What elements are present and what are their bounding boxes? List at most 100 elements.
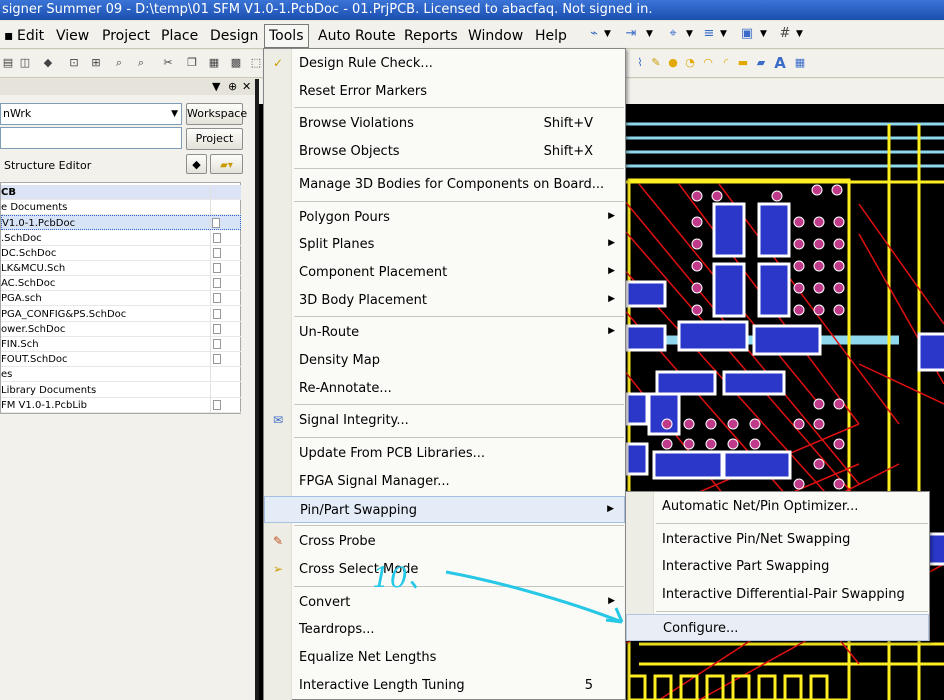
project-field[interactable] (0, 127, 182, 149)
tree-document-row[interactable]: LK&MCU.Sch (1, 261, 241, 276)
menu-item-update-from-pcb-libraries[interactable]: Update From PCB Libraries... (264, 440, 625, 467)
polygon-icon[interactable]: ▰ (753, 55, 769, 71)
menu-item-label: Signal Integrity... (299, 413, 409, 429)
arc-center-icon[interactable]: ◜ (718, 55, 734, 71)
tree-document-row[interactable]: FIN.Sch (1, 337, 241, 352)
menu-item-density-map[interactable]: Density Map (264, 347, 625, 374)
menu-item-reset-error-markers[interactable]: Reset Error Markers (264, 78, 625, 105)
menu-separator (294, 437, 624, 439)
arc-icon[interactable]: ◔ (682, 55, 698, 71)
menu-edit[interactable]: Edit (13, 25, 48, 47)
submenu-item-configure[interactable]: Configure... (626, 613, 929, 641)
tree-document-row[interactable]: ower.SchDoc (1, 321, 241, 337)
menu-auto-route[interactable]: Auto Route (314, 25, 400, 47)
paste-icon[interactable]: ▦ (206, 55, 222, 71)
zoom-fit-icon[interactable]: ⊡ (66, 55, 82, 71)
menu-place[interactable]: Place (157, 25, 202, 47)
tree-group-row[interactable]: Library Documents (1, 382, 241, 398)
menu-item-browse-objects[interactable]: Browse Objects Shift+X (264, 138, 625, 165)
tree-document-row[interactable]: AC.SchDoc (1, 276, 241, 292)
menu-item-cross-probe[interactable]: ✎ Cross Probe (264, 528, 625, 555)
menu-view[interactable]: View (52, 25, 93, 47)
cut-icon[interactable]: ✂ (160, 55, 176, 71)
menu-reports[interactable]: Reports (400, 25, 462, 47)
close-icon[interactable]: ✕ (242, 79, 251, 95)
zoom-filtered-icon[interactable]: ⌕ (133, 55, 149, 71)
menu-item-interactive-length-tuning[interactable]: Interactive Length Tuning 5 (264, 672, 625, 699)
menu-item-shortcut: 5 (584, 677, 593, 693)
tree-document-row[interactable]: DC.SchDoc (1, 245, 241, 261)
document-icon (213, 247, 221, 258)
chevron-down-icon[interactable]: ▼ (604, 29, 611, 39)
fill-icon[interactable]: ▬ (735, 55, 751, 71)
tree-document-row[interactable]: PGA_CONFIG&PS.SchDoc (1, 306, 241, 322)
project-name-row[interactable]: CB (1, 185, 241, 200)
via-icon[interactable]: ⌇ (632, 55, 648, 71)
3d-view-icon[interactable]: ◆ (40, 55, 56, 71)
room-icon[interactable]: ▣ (738, 25, 756, 43)
tree-document-row[interactable]: FM V1.0-1.PcbLib (1, 397, 241, 413)
menu-window[interactable]: Window (464, 25, 527, 47)
submenu-arrow-icon: ▶ (608, 265, 615, 276)
pin-icon[interactable]: ⊕ (228, 79, 237, 95)
copy-icon[interactable]: ❐ (184, 55, 200, 71)
menu-help[interactable]: Help (531, 25, 571, 47)
tree-document-row[interactable]: .SchDoc (1, 230, 241, 246)
project-button[interactable]: Project (186, 128, 243, 150)
pad-icon[interactable]: ● (665, 55, 681, 71)
chevron-down-icon[interactable]: ▼ (796, 29, 803, 39)
string-icon[interactable]: A (772, 55, 788, 71)
compile-button[interactable]: ◆ (186, 154, 207, 174)
chevron-down-icon[interactable]: ▼ (646, 29, 653, 39)
menu-item-component-placement[interactable]: Component Placement ▶ (264, 259, 625, 286)
submenu-item-interactive-part-swapping[interactable]: Interactive Part Swapping (626, 553, 929, 580)
menu-item-polygon-pours[interactable]: Polygon Pours ▶ (264, 204, 625, 231)
distribute-icon[interactable]: ≡ (700, 25, 718, 43)
menu-item-signal-integrity[interactable]: ✉ Signal Integrity... (264, 407, 625, 434)
submenu-item-automatic-net-pin-optimizer[interactable]: Automatic Net/Pin Optimizer... (626, 493, 929, 520)
menu-item-split-planes[interactable]: Split Planes ▶ (264, 231, 625, 258)
print-preview-icon[interactable]: ◫ (17, 55, 33, 71)
tree-document-row[interactable]: FOUT.SchDoc (1, 352, 241, 368)
folder-menu-button[interactable]: ▰▾ (210, 154, 243, 174)
menu-item-re-annotate[interactable]: Re-Annotate... (264, 375, 625, 402)
menu-item-un-route[interactable]: Un-Route ▶ (264, 319, 625, 346)
menu-item-fpga-signal-manager[interactable]: FPGA Signal Manager... (264, 468, 625, 495)
chevron-down-icon[interactable]: ▼ (720, 29, 727, 39)
grid-icon[interactable]: # (776, 25, 794, 43)
workspace-combo[interactable]: nWrk ▼ (0, 103, 182, 125)
arc-edge-icon[interactable]: ◠ (700, 55, 716, 71)
chevron-down-icon[interactable]: ▼ (686, 29, 693, 39)
menu-item-shortcut: Shift+V (543, 116, 593, 132)
submenu-item-interactive-pin-net-swapping[interactable]: Interactive Pin/Net Swapping (626, 526, 929, 553)
tree-document-row[interactable]: PGA.sch (1, 291, 241, 307)
menu-item-manage-3d-bodies-for-components-on-board[interactable]: Manage 3D Bodies for Components on Board… (264, 171, 625, 198)
interactive-routing-icon[interactable]: ⌁ (585, 25, 603, 43)
tree-row-label: es (1, 369, 13, 381)
menu-item-3d-body-placement[interactable]: 3D Body Placement ▶ (264, 287, 625, 314)
panel-menu-icon[interactable]: ▼ (212, 79, 220, 95)
rubber-stamp-icon[interactable]: ▩ (228, 55, 244, 71)
submenu-item-interactive-differential-pair-swapping[interactable]: Interactive Differential-Pair Swapping (626, 581, 929, 608)
tree-group-row[interactable]: es (1, 367, 241, 383)
tree-document-row[interactable]: V1.0-1.PcbDoc (1, 215, 241, 232)
select-area-icon[interactable]: ⬚ (248, 55, 264, 71)
menu-item-label: Interactive Differential-Pair Swapping (662, 587, 905, 603)
menu-tools[interactable]: Tools (264, 24, 309, 48)
select-icon[interactable]: ⌖ (664, 25, 682, 43)
route-icon[interactable]: ✎ (648, 55, 664, 71)
array-paste-icon[interactable]: ▦ (792, 55, 808, 71)
menu-item-browse-violations[interactable]: Browse Violations Shift+V (264, 110, 625, 137)
zoom-selected-icon[interactable]: ⌕ (111, 55, 127, 71)
align-icon[interactable]: ⇥ (622, 25, 640, 43)
zoom-area-icon[interactable]: ⊞ (88, 55, 104, 71)
menu-item-pin-part-swapping[interactable]: Pin/Part Swapping ▶ (264, 495, 625, 523)
menu-item-design-rule-check[interactable]: ✓ Design Rule Check... (264, 50, 625, 77)
menu-design[interactable]: Design (206, 25, 262, 47)
open-icon[interactable]: ▤ (0, 55, 16, 71)
menu-item-equalize-net-lengths[interactable]: Equalize Net Lengths (264, 644, 625, 671)
tree-group-row[interactable]: e Documents (1, 200, 241, 216)
chevron-down-icon[interactable]: ▼ (760, 29, 767, 39)
menu-project[interactable]: Project (98, 25, 154, 47)
workspace-button[interactable]: Workspace (186, 103, 247, 125)
